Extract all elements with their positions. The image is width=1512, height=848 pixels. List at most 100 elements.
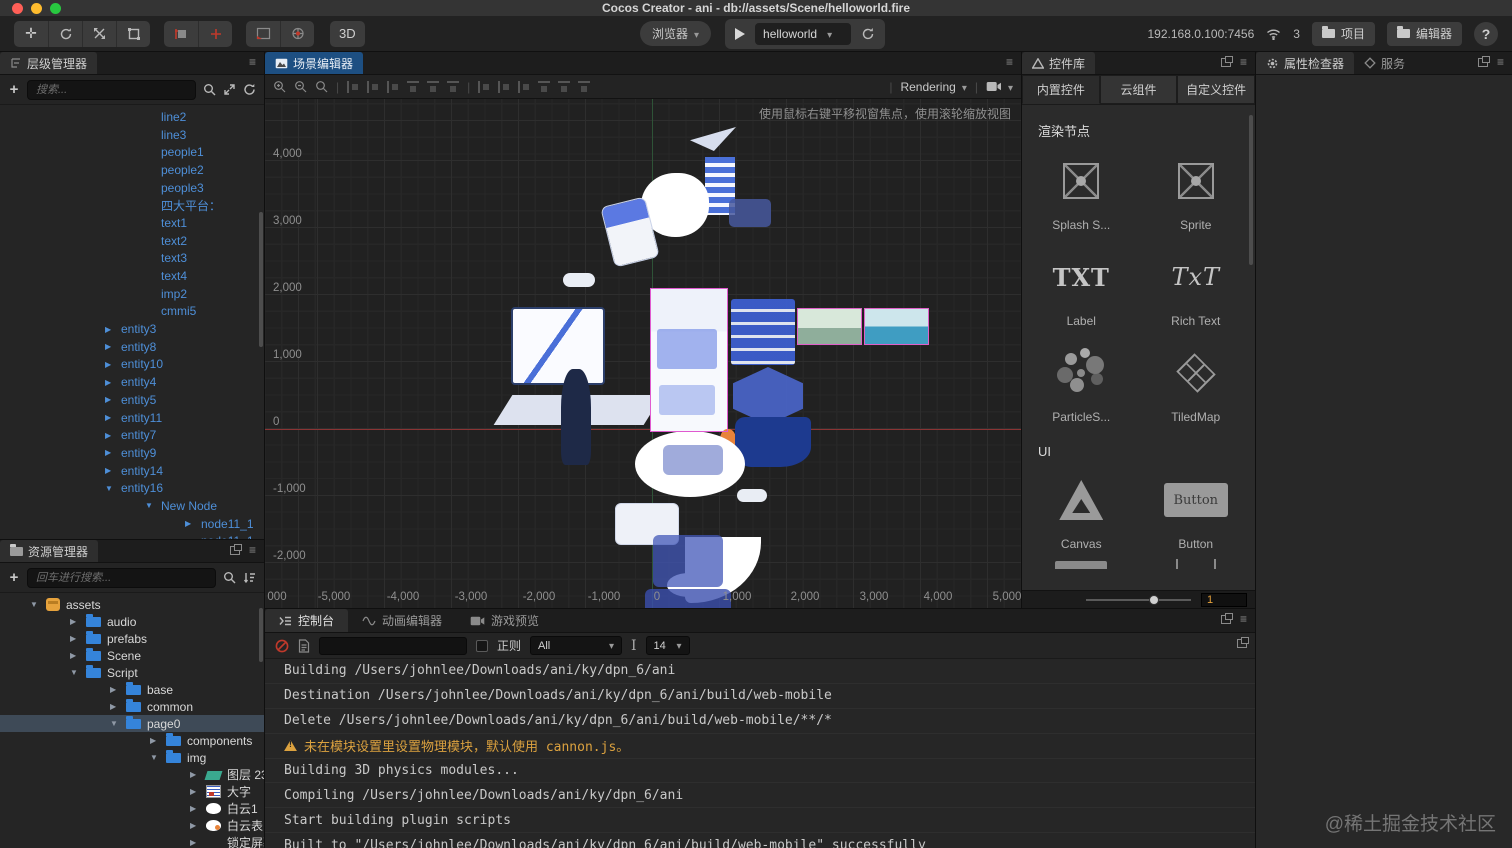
- zoom-slider-handle[interactable]: [1149, 594, 1159, 605]
- expand-arrow-icon[interactable]: [70, 668, 80, 677]
- hierarchy-node[interactable]: text1: [0, 214, 264, 232]
- expand-arrow-icon[interactable]: [30, 600, 40, 609]
- distribute-vcenter-icon[interactable]: [498, 80, 511, 93]
- zoom-out-icon[interactable]: [294, 80, 307, 93]
- hierarchy-node[interactable]: entity3: [0, 320, 264, 338]
- asset-node[interactable]: Script: [0, 664, 264, 681]
- menu-icon[interactable]: ≡: [1497, 56, 1504, 68]
- hierarchy-node[interactable]: imp2: [0, 285, 264, 303]
- preview-platform-dropdown[interactable]: 浏览器: [640, 21, 712, 46]
- library-widget[interactable]: TXT Label: [1024, 240, 1139, 336]
- expand-arrow-icon[interactable]: [105, 342, 115, 351]
- expand-arrow-icon[interactable]: [105, 413, 115, 422]
- asset-node[interactable]: 图层 23: [0, 766, 264, 783]
- move-tool-button[interactable]: ✛: [14, 21, 48, 47]
- zoom-value-box[interactable]: 1: [1201, 592, 1247, 607]
- expand-arrow-icon[interactable]: [105, 484, 115, 493]
- hierarchy-node[interactable]: entity5: [0, 391, 264, 409]
- library-widget[interactable]: [1024, 559, 1139, 573]
- collapse-log-icon[interactable]: [298, 638, 310, 653]
- pivot-mode-button[interactable]: [164, 21, 198, 47]
- world-grid-button[interactable]: [280, 20, 314, 47]
- regex-checkbox[interactable]: [476, 639, 488, 652]
- add-asset-button[interactable]: +: [8, 569, 20, 586]
- expand-arrow-icon[interactable]: [190, 787, 200, 796]
- library-widget[interactable]: Splash S...: [1024, 144, 1139, 240]
- hierarchy-node[interactable]: people2: [0, 161, 264, 179]
- align-vcenter-icon[interactable]: [367, 80, 380, 93]
- play-button[interactable]: [735, 27, 746, 40]
- asset-node[interactable]: 白云1: [0, 800, 264, 817]
- console-filter-input[interactable]: [319, 636, 467, 655]
- library-scrollbar[interactable]: [1249, 115, 1253, 265]
- asset-node[interactable]: audio: [0, 613, 264, 630]
- tab-widget-library[interactable]: 控件库: [1022, 52, 1096, 74]
- tab-scene-editor[interactable]: 场景编辑器: [265, 52, 364, 74]
- locate-node-icon[interactable]: [223, 83, 236, 96]
- library-widget[interactable]: Sprite: [1139, 144, 1254, 240]
- expand-arrow-icon[interactable]: [150, 753, 160, 762]
- tab-builtin-widgets[interactable]: 内置控件: [1022, 75, 1100, 104]
- expand-arrow-icon[interactable]: [150, 736, 160, 745]
- hierarchy-node[interactable]: entity16: [0, 479, 264, 497]
- open-editor-button[interactable]: 编辑器: [1386, 21, 1462, 46]
- asset-node[interactable]: Scene: [0, 647, 264, 664]
- tab-console[interactable]: 控制台: [265, 609, 349, 632]
- expand-arrow-icon[interactable]: [105, 448, 115, 457]
- log-level-dropdown[interactable]: All: [530, 636, 623, 655]
- library-widget[interactable]: Canvas: [1024, 463, 1139, 559]
- expand-arrow-icon[interactable]: [110, 685, 120, 694]
- library-widget[interactable]: TxT Rich Text: [1139, 240, 1254, 336]
- align-top-icon[interactable]: [347, 80, 360, 93]
- scale-tool-button[interactable]: [82, 20, 116, 47]
- zoom-reset-icon[interactable]: [315, 80, 328, 93]
- clear-console-icon[interactable]: [275, 639, 289, 653]
- float-panel-icon[interactable]: [1220, 612, 1233, 624]
- hierarchy-node[interactable]: text4: [0, 267, 264, 285]
- font-size-dropdown[interactable]: 14: [645, 636, 690, 655]
- hierarchy-node[interactable]: entity4: [0, 373, 264, 391]
- expand-arrow-icon[interactable]: [190, 770, 200, 779]
- layout-icon[interactable]: [1237, 637, 1249, 648]
- hierarchy-node[interactable]: entity14: [0, 462, 264, 480]
- console-logs[interactable]: Building /Users/johnlee/Downloads/ani/ky…: [265, 659, 1255, 848]
- hierarchy-node[interactable]: 四大平台：: [0, 196, 264, 214]
- assets-search-input[interactable]: [27, 567, 216, 588]
- camera-view-dropdown[interactable]: [986, 80, 1013, 94]
- expand-arrow-icon[interactable]: [145, 501, 155, 510]
- rotate-tool-button[interactable]: [48, 20, 82, 47]
- search-icon[interactable]: [203, 83, 216, 96]
- expand-arrow-icon[interactable]: [190, 804, 200, 813]
- distribute-bottom-icon[interactable]: [518, 80, 531, 93]
- open-project-button[interactable]: 项目: [1311, 21, 1375, 46]
- hierarchy-node[interactable]: line3: [0, 126, 264, 144]
- expand-arrow-icon[interactable]: [105, 360, 115, 369]
- expand-arrow-icon[interactable]: [185, 519, 195, 528]
- distribute-hcenter-icon[interactable]: [558, 80, 571, 93]
- asset-node[interactable]: base: [0, 681, 264, 698]
- float-panel-icon[interactable]: [229, 543, 242, 555]
- tab-services[interactable]: 服务: [1354, 52, 1415, 74]
- expand-arrow-icon[interactable]: [105, 431, 115, 440]
- expand-arrow-icon[interactable]: [70, 651, 80, 660]
- distribute-right-icon[interactable]: [578, 80, 591, 93]
- tab-hierarchy[interactable]: 层级管理器: [0, 52, 98, 74]
- float-panel-icon[interactable]: [1220, 55, 1233, 67]
- expand-arrow-icon[interactable]: [105, 325, 115, 334]
- hierarchy-node[interactable]: people3: [0, 179, 264, 197]
- tab-assets[interactable]: 资源管理器: [0, 540, 99, 562]
- expand-arrow-icon[interactable]: [110, 719, 120, 728]
- distribute-left-icon[interactable]: [538, 80, 551, 93]
- tab-property-inspector[interactable]: 属性检查器: [1256, 52, 1355, 74]
- hierarchy-node[interactable]: node11_1: [0, 533, 264, 539]
- hierarchy-node[interactable]: text2: [0, 232, 264, 250]
- expand-arrow-icon[interactable]: [70, 634, 80, 643]
- align-left-icon[interactable]: [407, 80, 420, 93]
- float-panel-icon[interactable]: [1477, 55, 1490, 67]
- refresh-button[interactable]: [861, 27, 875, 41]
- library-widget[interactable]: [1139, 559, 1254, 573]
- asset-node[interactable]: 白云表: [0, 817, 264, 834]
- menu-icon[interactable]: ≡: [249, 56, 256, 68]
- asset-node[interactable]: assets: [0, 596, 264, 613]
- refresh-tree-icon[interactable]: [243, 83, 256, 96]
